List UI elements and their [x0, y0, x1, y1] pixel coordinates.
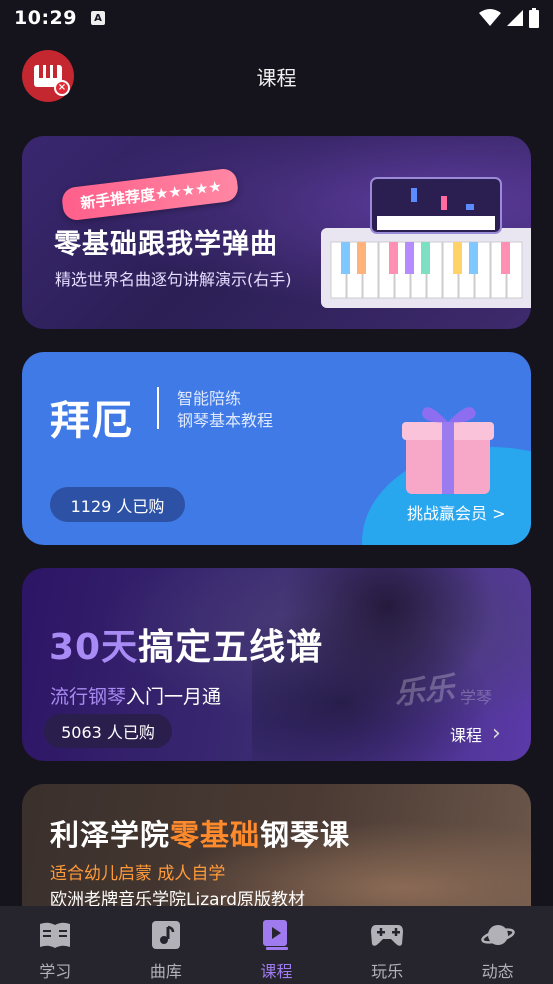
status-time: 10:29 [14, 7, 77, 29]
recommend-badge: 新手推荐度★★★★★ [60, 167, 240, 222]
book-icon [38, 918, 72, 952]
purchase-count-badge: 5063 人已购 [44, 714, 172, 748]
bottom-navigation: 学习 曲库 课程 玩乐 动态 [0, 906, 553, 984]
course-card-lizard-academy[interactable]: 利泽学院零基础钢琴课 适合幼儿启蒙 成人自学 欧洲老牌音乐学院Lizard原版教… [22, 784, 531, 914]
gamepad-icon [370, 918, 404, 952]
status-bar: 10:29 A [0, 0, 553, 36]
planet-icon [480, 918, 515, 952]
brand-watermark-sub: 学琴 [460, 688, 493, 707]
music-note-icon [149, 918, 183, 952]
nav-item-library[interactable]: 曲库 [111, 906, 222, 984]
challenge-membership-link[interactable]: 挑战赢会员 > [407, 500, 506, 524]
title-divider [157, 387, 159, 429]
course-title: 零基础跟我学弹曲 [54, 229, 278, 260]
nav-item-feed[interactable]: 动态 [442, 906, 553, 984]
course-title: 30天搞定五线谱 [49, 627, 324, 668]
gift-box-icon [402, 407, 494, 494]
nav-item-courses[interactable]: 课程 [221, 906, 332, 984]
course-card-beyer[interactable]: 拜厄 智能陪练 钢琴基本教程 1129 人已购 挑战赢会员 > [22, 352, 531, 545]
course-title: 拜厄 [50, 398, 134, 444]
status-icons [479, 8, 539, 28]
brand-watermark: 乐乐 [392, 670, 457, 713]
course-subtitle: 精选世界名曲逐句讲解演示(右手) [55, 270, 292, 289]
notification-a-icon: A [90, 11, 105, 25]
battery-icon [529, 8, 539, 28]
course-link[interactable]: 课程 › [450, 721, 501, 746]
course-card-beginner-songs[interactable]: 新手推荐度★★★★★ 零基础跟我学弹曲 精选世界名曲逐句讲解演示(右手) [22, 136, 531, 329]
signal-icon [507, 10, 523, 26]
chevron-right-icon: › [492, 721, 501, 746]
close-badge-icon: × [54, 80, 70, 96]
course-subtitle: 适合幼儿启蒙 成人自学 [50, 864, 226, 884]
nav-item-play[interactable]: 玩乐 [332, 906, 443, 984]
course-description: 智能陪练 钢琴基本教程 [177, 389, 274, 430]
wifi-icon [479, 9, 501, 26]
header: × 课程 [0, 44, 553, 108]
course-subtitle: 流行钢琴入门一月通 [50, 686, 222, 708]
page-title: 课程 [256, 65, 297, 90]
course-title: 利泽学院零基础钢琴课 [50, 818, 351, 852]
video-course-icon [259, 918, 293, 952]
nav-item-learn[interactable]: 学习 [0, 906, 111, 984]
avatar[interactable]: × [22, 50, 74, 102]
keyboard-illustration [321, 177, 531, 308]
purchase-count-badge: 1129 人已购 [50, 487, 185, 522]
course-card-staff-notation[interactable]: 30天搞定五线谱 流行钢琴入门一月通 5063 人已购 乐乐 学琴 课程 › [22, 568, 531, 761]
